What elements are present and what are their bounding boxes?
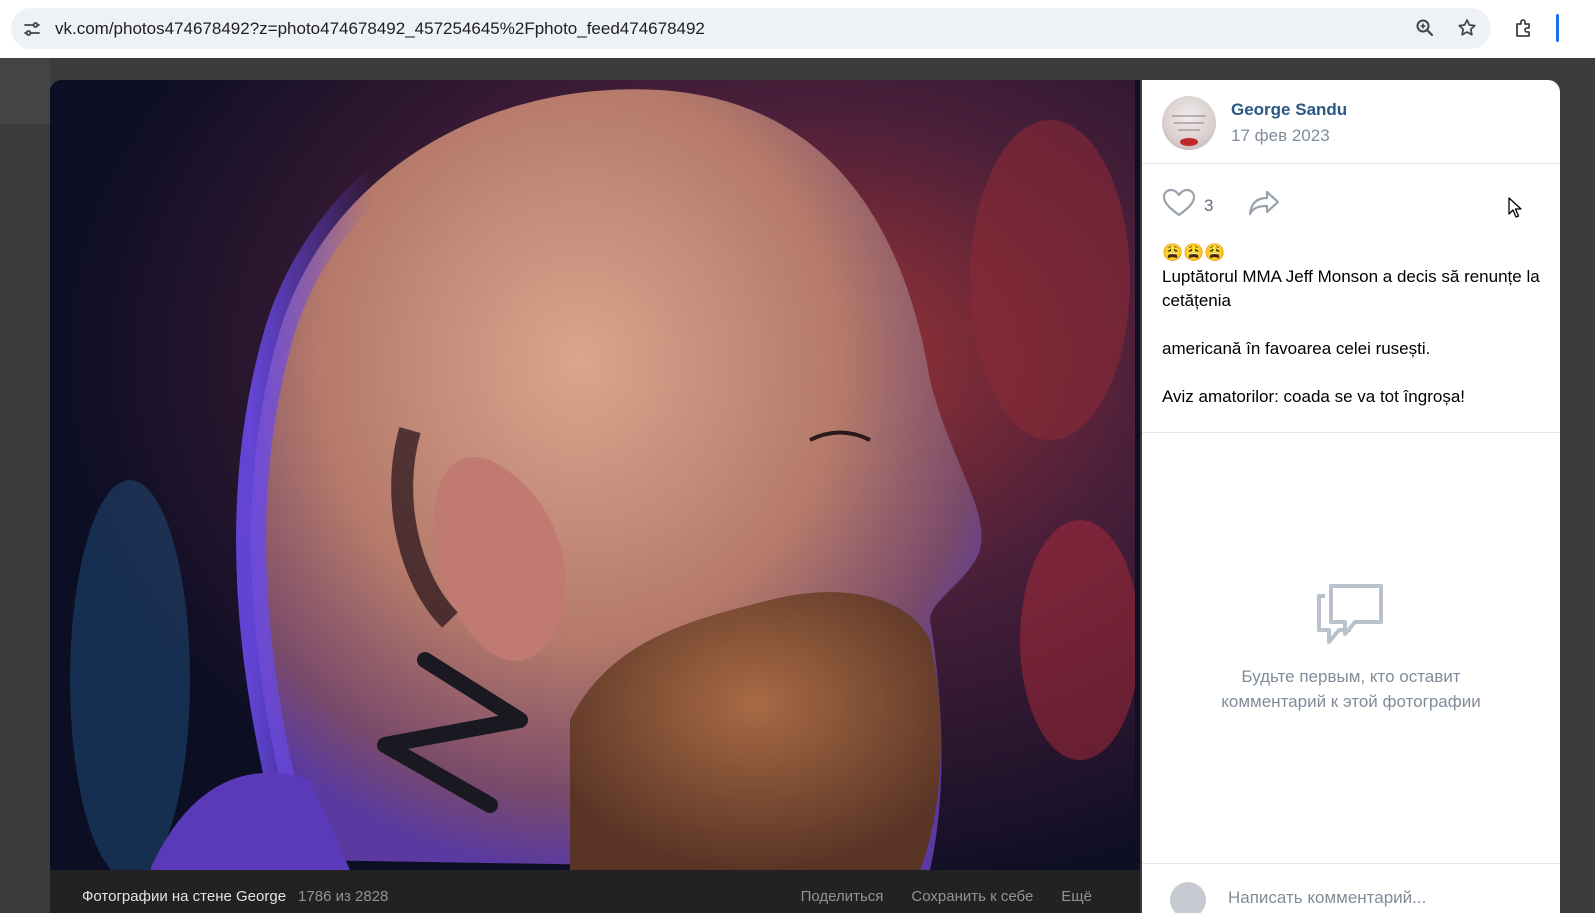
divider xyxy=(1142,432,1560,433)
author-header: George Sandu 17 фев 2023 xyxy=(1142,80,1560,164)
save-action[interactable]: Сохранить к себе xyxy=(911,888,1033,905)
address-bar[interactable]: vk.com/photos474678492?z=photo474678492_… xyxy=(11,8,1491,49)
photo-sidebar: George Sandu 17 фев 2023 3 😩😩😩 Luptătoru… xyxy=(1142,80,1560,913)
author-name[interactable]: George Sandu xyxy=(1231,100,1347,120)
photo-footer: Фотографии на стене George 1786 из 2828 П… xyxy=(50,870,1140,913)
avatar xyxy=(1170,882,1206,913)
url-text[interactable]: vk.com/photos474678492?z=photo474678492_… xyxy=(55,19,705,39)
post-text-line: Aviz amatorilor: coada se va tot îngroșa… xyxy=(1162,387,1466,406)
reactions-bar: 3 xyxy=(1162,188,1281,223)
share-action[interactable]: Поделиться xyxy=(801,888,884,905)
site-info-icon[interactable] xyxy=(19,16,45,42)
album-link[interactable]: Фотографии на стене George xyxy=(82,888,286,905)
post-text: 😩😩😩 Luptătorul MMA Jeff Monson a decis s… xyxy=(1162,241,1547,409)
extensions-icon[interactable] xyxy=(1512,16,1536,40)
post-emojis: 😩😩😩 xyxy=(1162,243,1226,262)
share-button[interactable] xyxy=(1247,189,1281,222)
post-text-line: americană în favoarea celei rusești. xyxy=(1162,339,1431,358)
share-arrow-icon xyxy=(1247,190,1281,221)
heart-icon xyxy=(1162,188,1196,223)
empty-comments: Будьте первым, кто оставит комментарий к… xyxy=(1142,580,1560,714)
comment-input[interactable]: Написать комментарий... xyxy=(1228,888,1426,908)
bookmark-star-icon[interactable] xyxy=(1455,16,1479,40)
post-text-line: Luptătorul MMA Jeff Monson a decis să re… xyxy=(1162,267,1540,310)
empty-comments-text: Будьте первым, кто оставит комментарий к… xyxy=(1221,667,1481,711)
profile-edge xyxy=(1556,14,1559,42)
like-button[interactable]: 3 xyxy=(1162,188,1213,223)
more-action[interactable]: Ещё xyxy=(1061,888,1092,905)
comments-icon xyxy=(1142,580,1560,646)
like-count: 3 xyxy=(1204,195,1214,215)
mouse-cursor-icon xyxy=(1508,197,1522,224)
photo[interactable] xyxy=(50,80,1140,870)
photo-viewer: Фотографии на стене George 1786 из 2828 П… xyxy=(50,80,1560,913)
avatar[interactable] xyxy=(1162,96,1216,150)
post-date[interactable]: 17 фев 2023 xyxy=(1231,126,1330,146)
page-header-strip xyxy=(0,58,50,124)
comment-bar: Написать комментарий... xyxy=(1142,863,1560,913)
photo-counter: 1786 из 2828 xyxy=(298,888,389,905)
zoom-icon[interactable] xyxy=(1413,16,1437,40)
browser-toolbar: vk.com/photos474678492?z=photo474678492_… xyxy=(0,0,1595,58)
